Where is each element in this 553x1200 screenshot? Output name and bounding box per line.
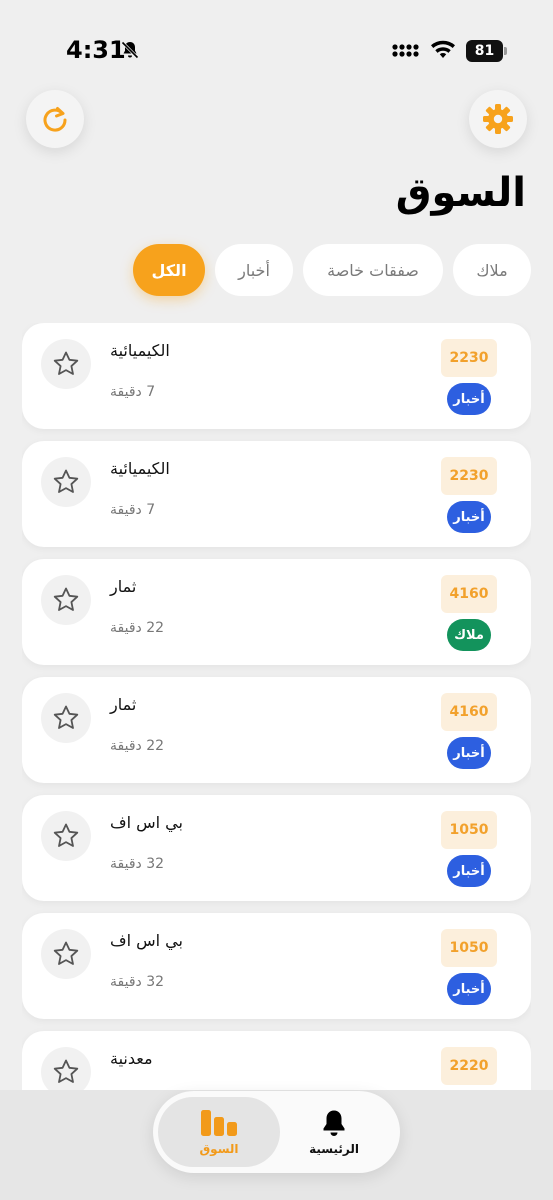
list-item[interactable]: بي اس اف 32 دقيقة 1050 أخبار: [22, 795, 531, 901]
filter-chip-news[interactable]: أخبار: [215, 244, 293, 296]
item-time: 7 دقيقة: [110, 384, 156, 400]
star-icon: [53, 705, 79, 729]
star-icon: [53, 1059, 79, 1083]
category-badge: أخبار: [447, 383, 491, 415]
category-badge: أخبار: [447, 501, 491, 533]
favorite-button[interactable]: [41, 1047, 91, 1090]
star-icon: [53, 587, 79, 611]
item-title: بي اس اف: [110, 931, 183, 950]
favorite-button[interactable]: [41, 339, 91, 389]
filter-chip-private-deals[interactable]: صفقات خاصة: [303, 244, 443, 296]
wifi-icon: [431, 40, 455, 58]
filter-chip-owners[interactable]: ملاك: [453, 244, 531, 296]
nav-tab-market-label: السوق: [199, 1142, 239, 1156]
status-time: 4:31: [66, 36, 126, 64]
price-tag: 4160: [441, 693, 497, 731]
bottom-nav: السوق الرئيسية: [153, 1091, 400, 1173]
settings-button[interactable]: [469, 90, 527, 148]
star-icon: [53, 351, 79, 375]
item-title: معدنية: [110, 1049, 153, 1068]
item-title: الكيميائية: [110, 459, 170, 478]
list-item[interactable]: بي اس اف 32 دقيقة 1050 أخبار: [22, 913, 531, 1019]
nav-tab-market[interactable]: السوق: [158, 1097, 280, 1167]
list-item[interactable]: ثمار 22 دقيقة 4160 ملاك: [22, 559, 531, 665]
item-title: بي اس اف: [110, 813, 183, 832]
page-title: السوق: [395, 170, 526, 216]
list-item[interactable]: معدنية 2220: [22, 1031, 531, 1090]
price-tag: 1050: [441, 811, 497, 849]
battery-level: 81: [466, 40, 503, 62]
favorite-button[interactable]: [41, 575, 91, 625]
battery-tip: [504, 47, 507, 55]
item-time: 32 دقيقة: [110, 974, 165, 990]
item-time: 22 دقيقة: [110, 738, 165, 754]
refresh-icon: [43, 107, 67, 132]
item-title: الكيميائية: [110, 341, 170, 360]
gear-icon: [483, 104, 513, 134]
price-tag: 2230: [441, 457, 497, 495]
price-tag: 2220: [441, 1047, 497, 1085]
nav-tab-home[interactable]: الرئيسية: [273, 1097, 395, 1167]
price-tag: 4160: [441, 575, 497, 613]
bell-slash-icon: [121, 41, 139, 59]
price-tag: 1050: [441, 929, 497, 967]
status-bar: 4:31 81: [0, 0, 553, 100]
cellular-signal-icon: [392, 44, 419, 57]
bell-icon: [323, 1110, 345, 1136]
star-icon: [53, 823, 79, 847]
nav-tab-home-label: الرئيسية: [309, 1142, 359, 1156]
category-badge: أخبار: [447, 855, 491, 887]
favorite-button[interactable]: [41, 929, 91, 979]
star-icon: [53, 941, 79, 965]
category-badge: ملاك: [447, 619, 491, 651]
bar-chart-icon: [201, 1110, 237, 1136]
list-item[interactable]: الكيميائية 7 دقيقة 2230 أخبار: [22, 323, 531, 429]
list-item[interactable]: ثمار 22 دقيقة 4160 أخبار: [22, 677, 531, 783]
item-time: 22 دقيقة: [110, 620, 165, 636]
filter-chip-all[interactable]: الكل: [133, 244, 205, 296]
battery-indicator: 81: [466, 40, 508, 62]
category-badge: أخبار: [447, 973, 491, 1005]
favorite-button[interactable]: [41, 811, 91, 861]
favorite-button[interactable]: [41, 693, 91, 743]
favorite-button[interactable]: [41, 457, 91, 507]
category-badge: أخبار: [447, 737, 491, 769]
refresh-button[interactable]: [26, 90, 84, 148]
filter-chips: الكل أخبار صفقات خاصة ملاك: [133, 244, 531, 296]
item-title: ثمار: [110, 695, 137, 714]
market-list: الكيميائية 7 دقيقة 2230 أخبار الكيميائية…: [22, 323, 531, 1090]
item-time: 32 دقيقة: [110, 856, 165, 872]
item-time: 7 دقيقة: [110, 502, 156, 518]
price-tag: 2230: [441, 339, 497, 377]
list-item[interactable]: الكيميائية 7 دقيقة 2230 أخبار: [22, 441, 531, 547]
item-title: ثمار: [110, 577, 137, 596]
star-icon: [53, 469, 79, 493]
